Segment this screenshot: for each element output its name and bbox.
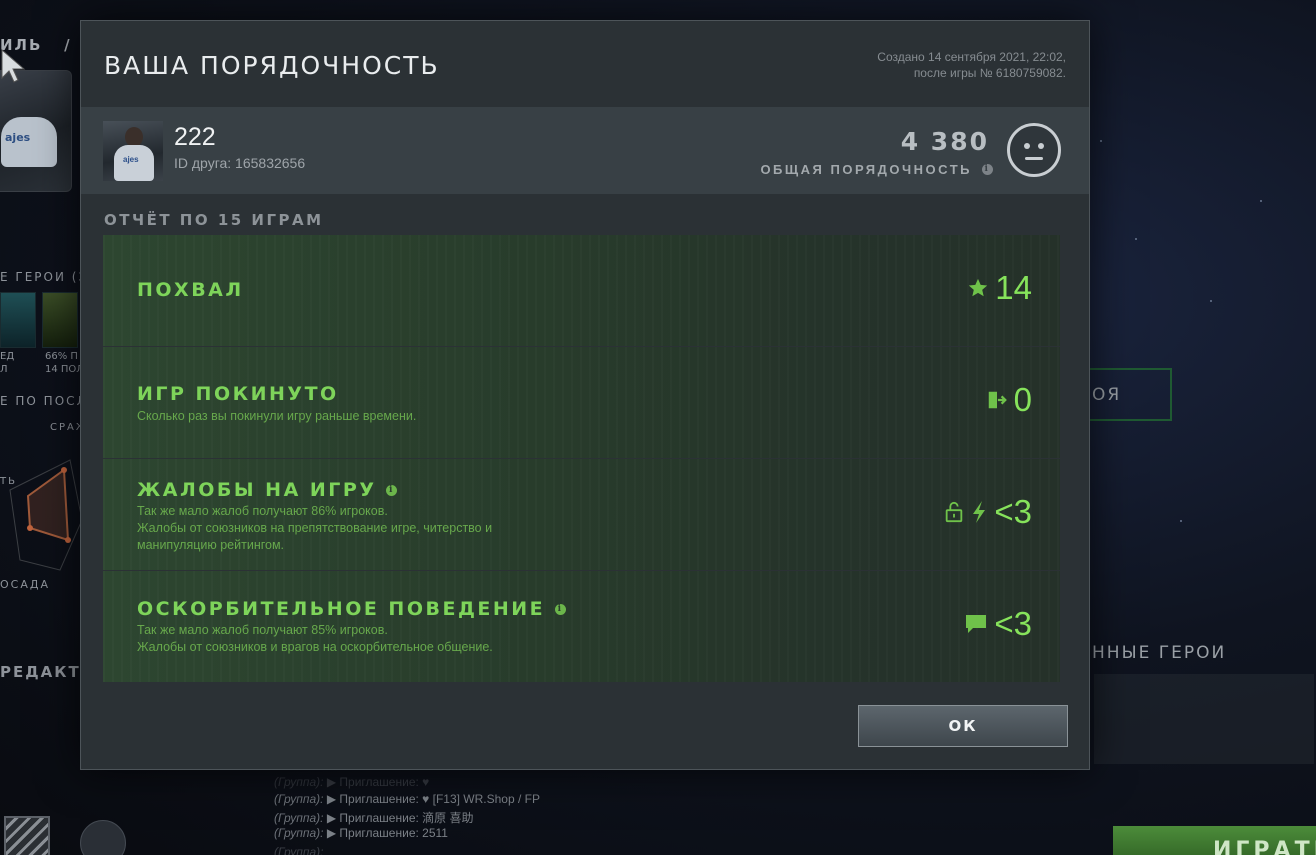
chat-group: (Группа):	[274, 811, 324, 825]
profile-bar: ajes 222 ID друга: 165832656 4 380 ОБЩАЯ…	[81, 107, 1089, 194]
report-header: ОТЧЁТ ПО 15 ИГРАМ	[104, 211, 324, 229]
row-title-wrap: ЖАЛОБЫ НА ИГРУ i	[137, 479, 398, 501]
created-match: после игры № 6180759082.	[913, 66, 1066, 80]
cursor-arrow-icon	[1, 48, 26, 83]
row-value: <3	[994, 605, 1032, 642]
bg-hero-stat: ЕД Л	[0, 351, 15, 375]
info-icon[interactable]: i	[982, 164, 993, 175]
info-icon[interactable]: i	[555, 603, 567, 615]
bg-right-button-label: ОЯ	[1092, 384, 1122, 405]
chat-text: ▶ Приглашение: ♥ [F13] WR.Shop / FP	[326, 792, 540, 806]
report-row-abandons: ИГР ПОКИНУТО Сколько раз вы покинули игр…	[103, 347, 1060, 458]
ok-button[interactable]: ОК	[858, 705, 1068, 747]
chat-group: (Группа):	[274, 792, 324, 806]
leave-door-icon	[988, 391, 1007, 409]
chat-bubble-icon	[966, 615, 987, 633]
conduct-score-label: ОБЩАЯ ПОРЯДОЧНОСТЬ	[760, 162, 972, 177]
row-title: ИГР ПОКИНУТО	[137, 383, 339, 405]
row-title-wrap: ПОХВАЛ	[137, 279, 244, 301]
bg-heroes-label: ННЫЕ ГЕРОИ	[1092, 643, 1227, 663]
bg-radar-label: ТЬ	[0, 476, 17, 487]
bg-hero-portrait[interactable]	[42, 292, 78, 348]
chat-text: ▶ Приглашение: 滴原 喜助	[326, 811, 474, 825]
chat-text: ▶ Приглашение: 2511	[326, 826, 448, 840]
row-value-wrap: 14	[967, 269, 1032, 307]
chat-line: (Группа):	[274, 845, 323, 855]
bg-avatar-logo: ajes	[5, 131, 31, 144]
row-value-wrap: <3	[964, 605, 1032, 643]
row-title: ЖАЛОБЫ НА ИГРУ	[137, 479, 377, 501]
row-value: 14	[995, 269, 1032, 306]
bg-profile-avatar[interactable]: ajes	[0, 70, 72, 192]
report-row-communication: ОСКОРБИТЕЛЬНОЕ ПОВЕДЕНИЕ i Так же мало ж…	[103, 571, 1060, 682]
row-title-wrap: ОСКОРБИТЕЛЬНОЕ ПОВЕДЕНИЕ i	[137, 598, 567, 620]
row-value: 0	[1013, 381, 1032, 418]
info-icon[interactable]: i	[386, 484, 398, 496]
play-button[interactable]: ИГРАТЬ	[1113, 826, 1316, 855]
bg-radar-label: ОСАДА	[0, 578, 50, 591]
row-value: <3	[994, 493, 1032, 530]
bg-hero-portrait[interactable]	[0, 292, 36, 348]
lightning-icon	[973, 501, 986, 523]
created-date: Создано 14 сентября 2021, 22:02,	[877, 50, 1066, 64]
chat-line: (Группа): ▶ Приглашение: 滴原 喜助	[274, 809, 474, 826]
report-row-commends: ПОХВАЛ 14	[103, 235, 1060, 346]
row-title: ОСКОРБИТЕЛЬНОЕ ПОВЕДЕНИЕ	[137, 598, 546, 620]
bg-heroes-panel	[1094, 674, 1314, 764]
conduct-score: 4 380	[900, 127, 989, 156]
bg-hero-stat: 66% П 14 ПОЛ	[45, 351, 81, 375]
conduct-summary-dialog: ВАША ПОРЯДОЧНОСТЬ Создано 14 сентября 20…	[80, 20, 1090, 770]
avatar-logo: ajes	[123, 155, 139, 164]
chat-line: (Группа): ▶ Приглашение: ♥	[274, 775, 429, 789]
star-icon	[969, 278, 988, 297]
chat-line: (Группа): ▶ Приглашение: 2511	[274, 826, 448, 840]
chat-group: (Группа):	[274, 826, 324, 840]
row-title-wrap: ИГР ПОКИНУТО	[137, 383, 339, 405]
player-name: 222	[174, 123, 216, 151]
chat-text: ▶ Приглашение: ♥	[326, 775, 430, 789]
conduct-score-label-row: ОБЩАЯ ПОРЯДОЧНОСТЬ i	[760, 162, 993, 177]
bg-party-icon[interactable]	[80, 820, 126, 855]
chat-group: (Группа):	[274, 845, 324, 855]
bg-right-button[interactable]: ОЯ	[1088, 368, 1172, 421]
report-row-game-reports: ЖАЛОБЫ НА ИГРУ i Так же мало жалоб получ…	[103, 459, 1060, 570]
created-info: Создано 14 сентября 2021, 22:02, после и…	[877, 49, 1066, 81]
chat-line: (Группа): ▶ Приглашение: ♥ [F13] WR.Shop…	[274, 792, 540, 806]
row-title: ПОХВАЛ	[137, 279, 244, 301]
neutral-face-icon	[1007, 123, 1061, 177]
row-description: Так же мало жалоб получают 86% игроков. …	[137, 504, 493, 552]
avatar: ajes	[103, 121, 163, 181]
row-description: Сколько раз вы покинули игру раньше врем…	[137, 409, 417, 423]
lock-icon	[946, 501, 963, 523]
report-list: ПОХВАЛ 14 ИГР ПОКИНУТО Сколько раз вы по…	[103, 235, 1060, 683]
row-value-wrap: <3	[944, 493, 1032, 531]
bg-rank-icon[interactable]	[4, 816, 50, 855]
friend-id: ID друга: 165832656	[174, 155, 306, 171]
dialog-title: ВАША ПОРЯДОЧНОСТЬ	[104, 51, 440, 80]
row-value-wrap: 0	[986, 381, 1032, 419]
row-description: Так же мало жалоб получают 85% игроков. …	[137, 623, 493, 654]
chat-group: (Группа):	[274, 775, 324, 789]
bg-radar-chart	[9, 459, 82, 571]
